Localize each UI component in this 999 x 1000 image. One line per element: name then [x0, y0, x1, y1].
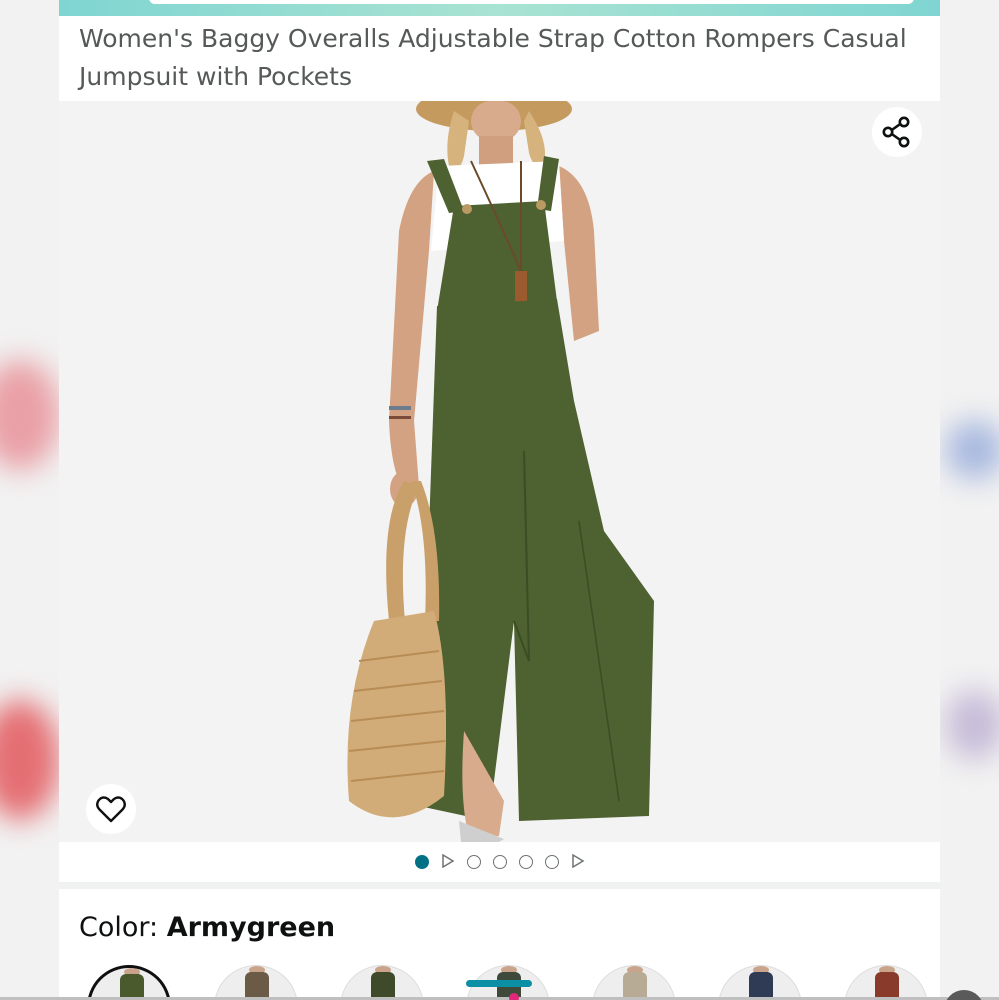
color-label: Color:: [79, 912, 167, 943]
share-button[interactable]: [872, 107, 922, 157]
indicator-dot[interactable]: [492, 855, 507, 869]
left-blur-panel: [0, 0, 59, 1000]
color-swatch[interactable]: [592, 965, 676, 1000]
color-swatch-armygreen[interactable]: [87, 965, 171, 1000]
scroll-marker: [509, 993, 519, 1000]
top-banner: [59, 0, 940, 16]
favorite-button[interactable]: [86, 784, 136, 834]
product-image-gallery[interactable]: [59, 101, 940, 842]
indicator-dot[interactable]: [466, 855, 481, 869]
video-play-icon[interactable]: [571, 853, 585, 872]
color-swatch[interactable]: [340, 965, 424, 1000]
product-title: Women's Baggy Overalls Adjustable Strap …: [79, 24, 907, 91]
color-swatch[interactable]: [718, 965, 802, 1000]
color-selection-label: Color: Armygreen: [79, 908, 335, 948]
color-swatches: [59, 962, 940, 1000]
selected-color-name: Armygreen: [166, 912, 336, 943]
heart-icon: [96, 796, 126, 823]
indicator-dot[interactable]: [518, 855, 533, 869]
indicator-dot-active[interactable]: [414, 855, 429, 869]
swatch-scroll-indicator: [466, 980, 532, 987]
right-blur-panel: [940, 0, 999, 1000]
product-card: Women's Baggy Overalls Adjustable Strap …: [59, 0, 940, 1000]
product-image: [347, 101, 654, 842]
image-indicators: [59, 842, 940, 882]
video-play-icon[interactable]: [441, 853, 455, 872]
section-divider: [59, 882, 940, 889]
share-icon: [882, 116, 910, 148]
color-swatch[interactable]: [844, 965, 928, 1000]
indicator-dot[interactable]: [544, 855, 559, 869]
search-bar-edge[interactable]: [149, 0, 914, 4]
color-swatch[interactable]: [214, 965, 298, 1000]
